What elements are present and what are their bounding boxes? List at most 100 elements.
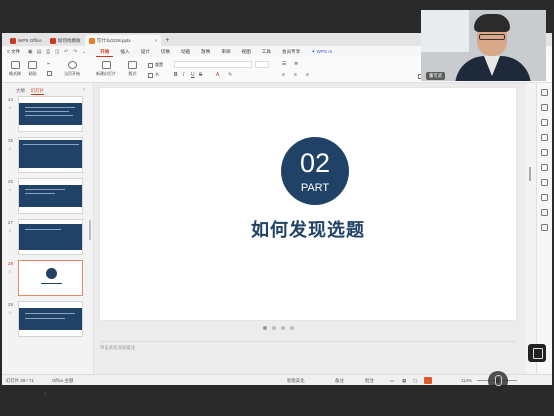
zoom-level[interactable]: 114% (461, 378, 472, 383)
help-panel-icon[interactable] (541, 224, 548, 231)
slideshow-play-button[interactable] (424, 377, 432, 384)
menu-design[interactable]: 设计 (137, 46, 154, 57)
dropdown-icon[interactable]: ⌄ (81, 49, 87, 55)
undo-icon[interactable]: ↶ (63, 49, 69, 55)
theme-name[interactable]: Office 主题 (52, 378, 73, 384)
page-dot[interactable] (290, 326, 294, 330)
backup-panel-icon[interactable] (541, 194, 548, 201)
font-family-select[interactable] (174, 61, 252, 68)
slide-number: 26 (8, 179, 13, 184)
underline-icon[interactable]: U (191, 72, 195, 78)
save-icon[interactable]: ▣ (27, 49, 33, 55)
page-dot[interactable] (263, 326, 267, 330)
export-pdf-icon[interactable]: ▤ (36, 49, 42, 55)
shape-panel-icon[interactable] (541, 164, 548, 171)
canvas-scrollbar[interactable] (529, 167, 531, 181)
align-right-icon[interactable]: ≡ (306, 72, 309, 78)
thumbnail-item[interactable]: 27 ☆ (8, 219, 88, 257)
menu-slideshow[interactable]: 放映 (197, 46, 214, 57)
close-tab-icon[interactable]: × (155, 38, 158, 43)
wps-ai-label: WPS AI (316, 49, 333, 54)
properties-icon[interactable] (541, 89, 548, 96)
thumbnail-item-selected[interactable]: 28 ☆ (8, 260, 88, 298)
tab-template[interactable]: 如何找模板 (46, 35, 85, 46)
slide-thumbnail[interactable] (18, 219, 83, 255)
tab-wps-office[interactable]: WPS Office (6, 35, 46, 46)
section-button[interactable]: 节 (148, 72, 159, 78)
microphone-icon[interactable] (488, 371, 508, 391)
collapse-pane-icon[interactable]: ‹ (83, 87, 85, 93)
bullet-list-icon[interactable]: ☰ (282, 61, 286, 67)
new-tab-button[interactable]: + (161, 35, 173, 46)
slide-thumbnail[interactable] (18, 137, 83, 173)
add-slide-button[interactable]: + (43, 389, 48, 398)
slide-page-dots (263, 326, 294, 330)
floating-edit-icon[interactable] (528, 344, 546, 362)
menu-insert[interactable]: 插入 (116, 46, 133, 57)
star-icon: ☆ (8, 269, 12, 274)
reset-button[interactable]: 重置 (148, 62, 163, 68)
paste-button[interactable]: 粘贴 (28, 61, 37, 77)
slide-thumbnail-current[interactable] (18, 260, 83, 296)
italic-icon[interactable]: I (183, 72, 184, 78)
comments-toggle[interactable]: 批注 (365, 378, 374, 384)
slide-thumbnail[interactable] (18, 96, 83, 132)
highlight-icon[interactable]: ✎ (228, 72, 232, 78)
play-from-current-button[interactable]: 当页开始 (64, 61, 80, 77)
play-icon (67, 61, 77, 69)
settings-panel-icon[interactable] (541, 209, 548, 216)
menu-review[interactable]: 审阅 (217, 46, 234, 57)
align-left-icon[interactable]: ≡ (282, 72, 285, 78)
thumbnail-item[interactable]: 24 ☆ (8, 96, 88, 134)
copy-button[interactable] (47, 71, 52, 76)
menu-transitions[interactable]: 切换 (157, 46, 174, 57)
menu-animations[interactable]: 动画 (177, 46, 194, 57)
page-dot[interactable] (281, 326, 285, 330)
menu-home[interactable]: 开始 (96, 46, 114, 57)
menu-view[interactable]: 视图 (238, 46, 255, 57)
design-panel-icon[interactable] (541, 134, 548, 141)
slide-number: 25 (8, 138, 13, 143)
current-slide[interactable]: 02 PART 如何发现选题 (100, 88, 516, 320)
transition-panel-icon[interactable] (541, 149, 548, 156)
image-panel-icon[interactable] (541, 179, 548, 186)
thumbnail-item[interactable]: 25 ☆ (8, 137, 88, 175)
sorter-view-icon[interactable]: ▦ (402, 378, 406, 384)
bold-icon[interactable]: B (174, 72, 178, 78)
preview-icon[interactable]: ◫ (54, 49, 60, 55)
slide-title[interactable]: 如何发现选题 (100, 216, 516, 242)
slide-thumbnail[interactable] (18, 301, 83, 337)
slide-thumbnail[interactable] (18, 178, 83, 214)
thumbnail-item[interactable]: 29 ☆ (8, 301, 88, 339)
smart-beautify-button[interactable]: 智能美化 (287, 378, 305, 384)
tab-outline[interactable]: 大纲 (16, 88, 25, 95)
comments-panel-icon[interactable] (541, 119, 548, 126)
new-slide-button[interactable]: 新建幻灯片 (96, 61, 116, 77)
notes-area[interactable]: 单击此处添加备注 (100, 341, 516, 365)
star-icon: ☆ (8, 187, 12, 192)
font-size-select[interactable] (255, 61, 269, 68)
scissors-icon: ✂ (47, 61, 51, 66)
layout-button[interactable]: 版式 (128, 61, 137, 77)
thumbnail-item[interactable]: 26 ☆ (8, 178, 88, 216)
menu-member[interactable]: 会员专享 (278, 46, 304, 57)
format-painter-button[interactable]: 格式刷 (9, 61, 21, 77)
font-color-icon[interactable]: A (216, 72, 219, 78)
numbered-list-icon[interactable]: ≣ (294, 61, 298, 67)
page-dot[interactable] (272, 326, 276, 330)
align-center-icon[interactable]: ≡ (294, 72, 297, 78)
tab-slides[interactable]: 幻灯片 (30, 88, 44, 95)
normal-view-icon[interactable]: ▭ (390, 378, 394, 384)
strikethrough-icon[interactable]: S (199, 72, 202, 78)
reading-view-icon[interactable]: ▢ (413, 378, 417, 384)
menu-wps-ai[interactable]: ✦ WPS AI (307, 46, 336, 57)
menu-tools[interactable]: 工具 (258, 46, 275, 57)
pane-scrollbar[interactable] (89, 220, 91, 240)
print-icon[interactable]: ⎙ (45, 49, 51, 55)
animation-panel-icon[interactable] (541, 104, 548, 111)
tab-pptx-document[interactable]: 写什么0228.pptx × (84, 35, 162, 46)
redo-icon[interactable]: ↷ (72, 49, 78, 55)
notes-toggle[interactable]: 备注 (335, 378, 344, 384)
cut-button[interactable]: ✂ (47, 61, 50, 66)
file-menu[interactable]: ≡ 文件 (7, 49, 20, 55)
